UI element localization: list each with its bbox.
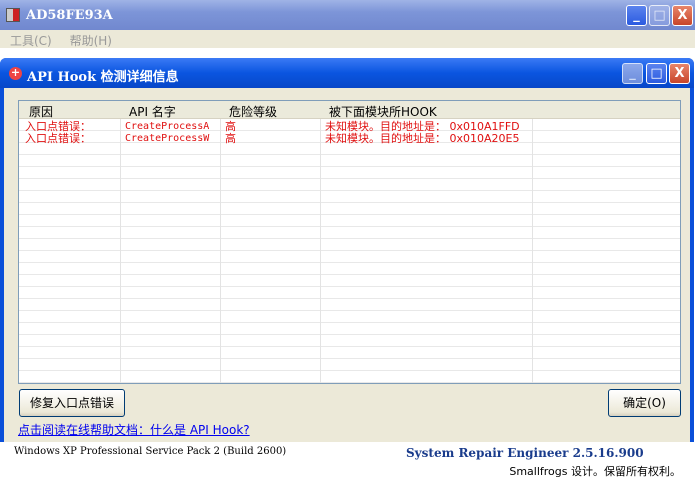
dialog-minimize-button[interactable]: _ xyxy=(622,63,643,84)
hook-list[interactable]: 原因 API 名字 危险等级 被下面模块所HOOK 入口点错误： CreateP… xyxy=(18,100,681,384)
cell-level: 高 xyxy=(225,132,236,145)
product-version: System Repair Engineer 2.5.16.900 xyxy=(406,446,644,460)
cell-api: CreateProcessA xyxy=(125,121,210,132)
window-title: AD58FE93A xyxy=(26,8,113,23)
dialog-title: API Hook 检测详细信息 xyxy=(27,70,179,85)
minimize-button[interactable]: _ xyxy=(626,5,647,26)
col-level[interactable]: 危险等级 xyxy=(229,103,277,120)
help-link[interactable]: 点击阅读在线帮助文档：什么是 API Hook? xyxy=(18,421,250,438)
table-row[interactable]: 入口点错误： CreateProcessW 高 未知模块。目的地址是： 0x01… xyxy=(19,133,680,145)
dialog-body: 原因 API 名字 危险等级 被下面模块所HOOK 入口点错误： CreateP… xyxy=(4,88,690,442)
col-reason[interactable]: 原因 xyxy=(29,103,53,120)
dialog-title-bar[interactable]: + API Hook 检测详细信息 _ □ X xyxy=(0,58,694,88)
fix-entry-point-button[interactable]: 修复入口点错误 xyxy=(19,389,125,417)
ok-button[interactable]: 确定(O) xyxy=(608,389,681,417)
cell-module: 未知模块。目的地址是： 0x010A20E5 xyxy=(325,132,520,145)
menu-bar: 工具(C) 帮助(H) xyxy=(0,30,695,48)
cell-reason: 入口点错误： xyxy=(25,132,91,145)
maximize-button[interactable]: □ xyxy=(649,5,670,26)
cell-api: CreateProcessW xyxy=(125,133,210,144)
dialog-maximize-button[interactable]: □ xyxy=(646,63,667,84)
main-title-bar[interactable]: AD58FE93A _ □ X xyxy=(0,0,695,30)
list-grid xyxy=(19,119,680,383)
api-hook-dialog: + API Hook 检测详细信息 _ □ X 原因 API 名字 危险等级 被… xyxy=(0,58,694,442)
list-header: 原因 API 名字 危险等级 被下面模块所HOOK xyxy=(19,101,680,119)
plus-icon: + xyxy=(9,66,22,80)
close-button[interactable]: X xyxy=(672,5,693,26)
app-icon xyxy=(6,8,20,22)
os-info: Windows XP Professional Service Pack 2 (… xyxy=(14,446,287,457)
copyright: Smallfrogs 设计。保留所有权利。 xyxy=(509,465,681,478)
col-api[interactable]: API 名字 xyxy=(129,103,176,120)
dialog-close-button[interactable]: X xyxy=(669,63,690,84)
menu-tools[interactable]: 工具(C) xyxy=(10,34,52,48)
col-module[interactable]: 被下面模块所HOOK xyxy=(329,103,437,120)
menu-help[interactable]: 帮助(H) xyxy=(70,34,112,48)
